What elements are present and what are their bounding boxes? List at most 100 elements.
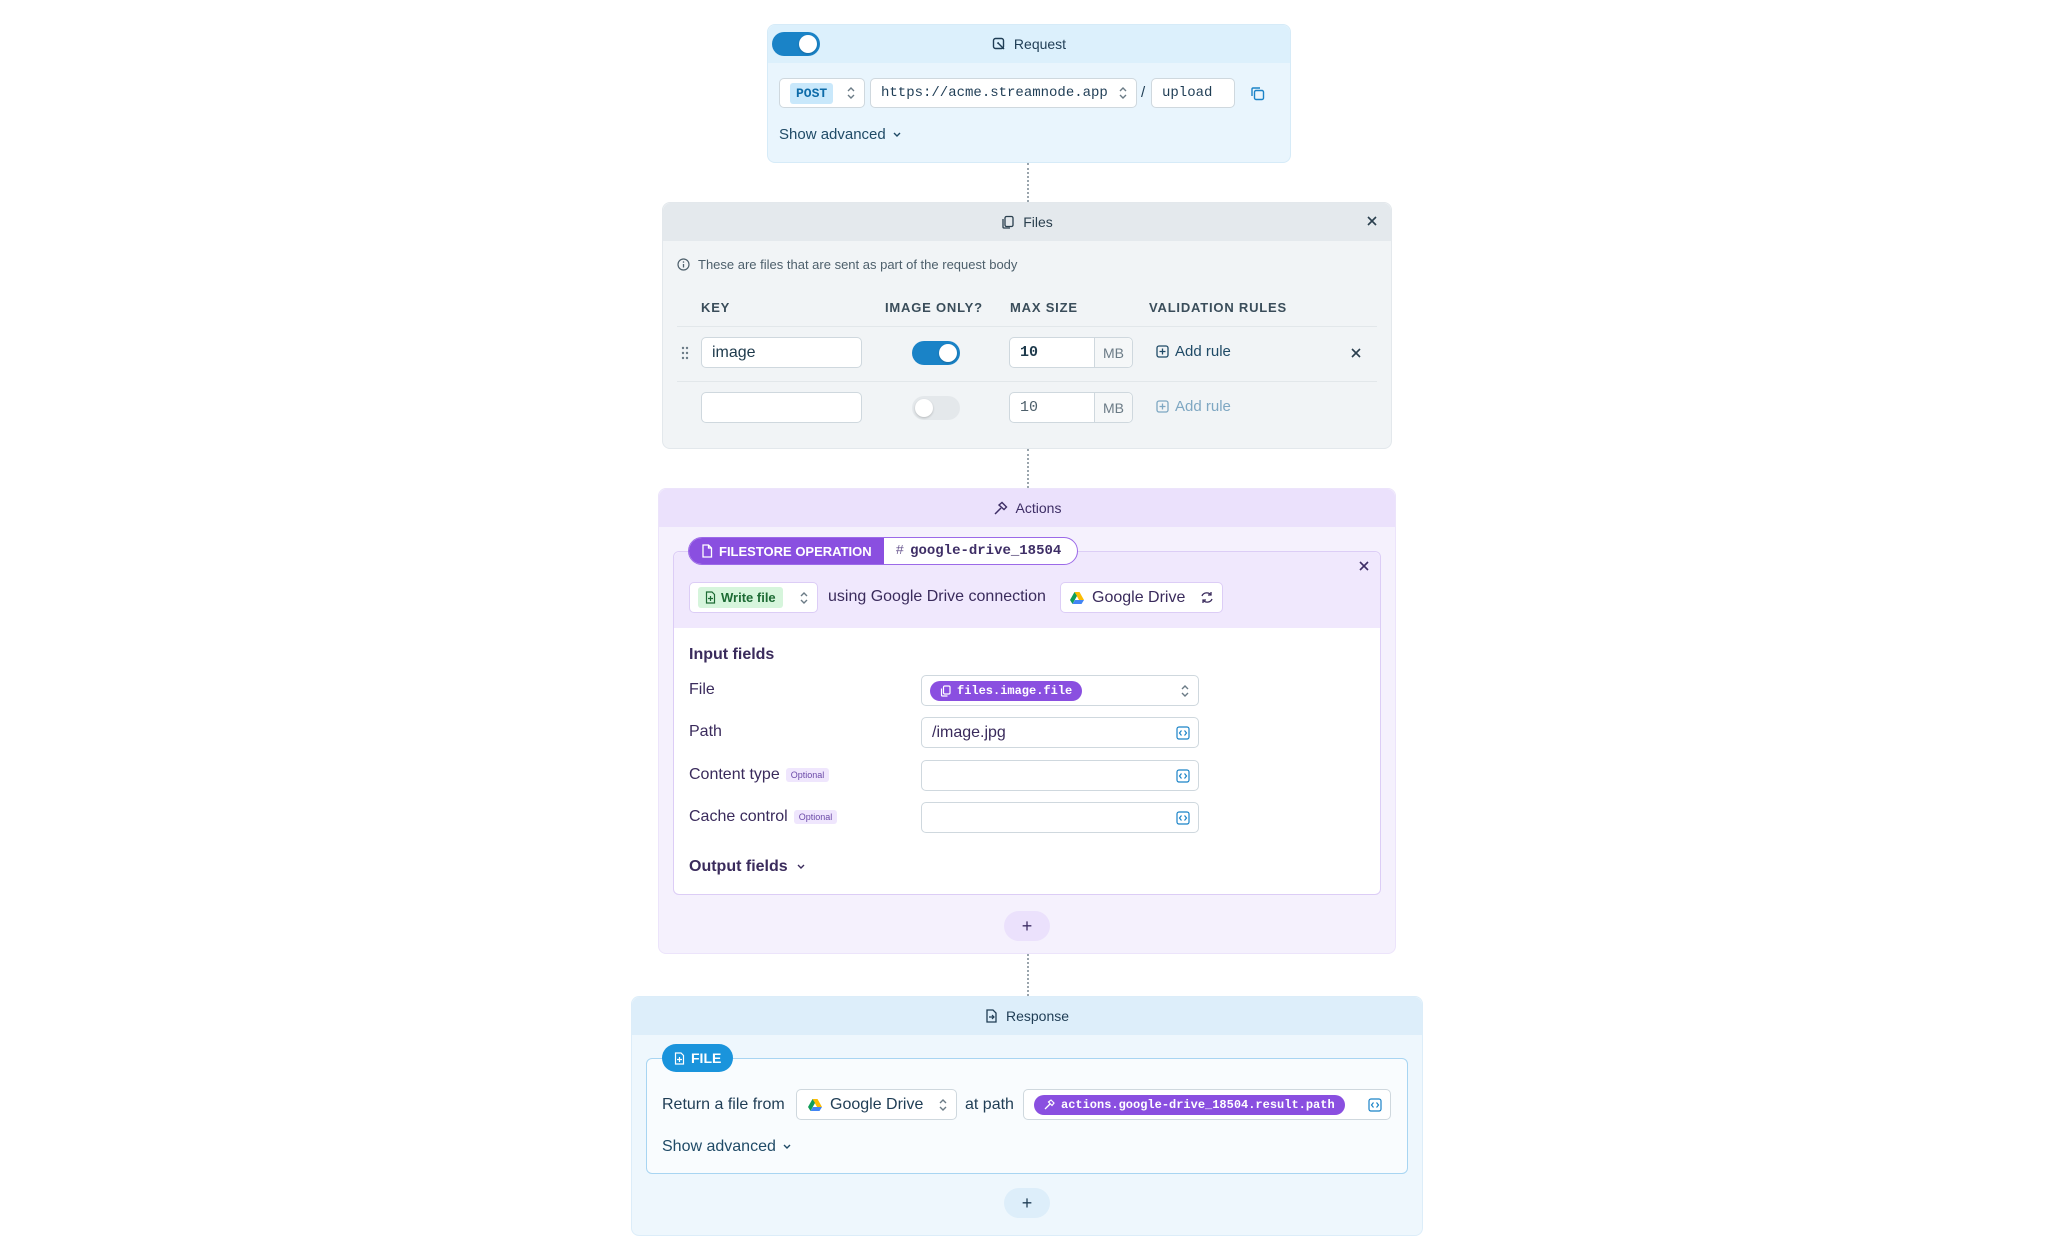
operation-id: # google-drive_18504 [884, 538, 1078, 564]
chevron-updown-icon [1118, 86, 1128, 100]
hash-icon: # [895, 543, 905, 559]
connection-text: using Google Drive connection [828, 588, 1046, 605]
response-source-select[interactable]: Google Drive [796, 1089, 957, 1120]
url-separator: / [1141, 84, 1146, 101]
path-input[interactable]: upload [1151, 78, 1235, 108]
file-plus-icon [705, 591, 716, 604]
response-title: Response [1005, 1008, 1070, 1024]
connector-actions-response [1027, 954, 1029, 996]
add-rule-label: Add rule [1175, 398, 1231, 415]
actions-header: Actions [659, 489, 1395, 527]
files-title: Files [1023, 214, 1053, 230]
files-info-text: These are files that are sent as part of… [698, 257, 1018, 272]
drag-handle-icon[interactable] [681, 346, 689, 360]
file-field-select[interactable]: files.image.file [921, 675, 1199, 706]
path-field-input[interactable]: /image.jpg [921, 717, 1199, 748]
google-drive-icon [807, 1098, 823, 1112]
output-fields-toggle[interactable]: Output fields [689, 858, 806, 876]
row-divider [677, 381, 1377, 382]
request-title: Request [1013, 36, 1067, 52]
add-action-button[interactable]: + [1004, 911, 1050, 941]
code-icon[interactable] [1368, 1097, 1382, 1112]
connector-files-actions [1027, 449, 1029, 488]
add-response-label: + [1021, 1192, 1033, 1213]
hammer-icon [993, 501, 1008, 516]
column-image-only: IMAGE ONLY? [885, 300, 983, 315]
add-rule-button-disabled[interactable]: Add rule [1156, 398, 1231, 415]
code-icon[interactable] [1176, 768, 1190, 783]
response-path-pill: actions.google-drive_18504.result.path [1034, 1094, 1345, 1115]
chevron-down-icon [796, 863, 806, 871]
operation-select[interactable]: Write file [689, 582, 818, 613]
cache-control-input[interactable] [921, 802, 1199, 833]
files-icon [1001, 215, 1015, 229]
action-close-icon[interactable] [1358, 560, 1370, 572]
max-size-unit: MB [1094, 393, 1132, 422]
info-icon [677, 258, 690, 271]
hammer-icon [1044, 1099, 1055, 1110]
operation-type: FILESTORE OPERATION [689, 538, 884, 564]
refresh-icon[interactable] [1200, 591, 1214, 604]
max-size-input[interactable]: 10 MB [1009, 337, 1133, 368]
plus-square-icon [1156, 400, 1169, 413]
files-header: Files [663, 203, 1391, 241]
file-variable-pill: files.image.file [930, 680, 1083, 701]
method-select[interactable]: POST [779, 78, 865, 108]
chevron-down-icon [892, 131, 902, 139]
output-fields-label: Output fields [689, 858, 788, 875]
copy-icon[interactable] [1250, 86, 1265, 101]
files-close-icon[interactable] [1366, 215, 1378, 227]
file-key-input[interactable]: image [701, 337, 862, 368]
base-url-value: https://acme.streamnode.app [881, 85, 1108, 101]
google-drive-icon [1069, 591, 1085, 605]
code-icon[interactable] [1176, 725, 1190, 740]
add-rule-label: Add rule [1175, 343, 1231, 360]
field-label-file: File [689, 681, 715, 698]
return-text: Return a file from [662, 1096, 785, 1113]
field-label-path: Path [689, 723, 722, 740]
code-icon[interactable] [1176, 810, 1190, 825]
response-path-label: actions.google-drive_18504.result.path [1061, 1097, 1335, 1112]
add-response-button[interactable]: + [1004, 1188, 1050, 1218]
add-action-label: + [1021, 915, 1033, 936]
response-show-advanced[interactable]: Show advanced [662, 1138, 792, 1156]
optional-badge: Optional [793, 809, 838, 824]
connector-request-files [1027, 163, 1029, 202]
connection-value: Google Drive [1092, 588, 1186, 606]
base-url-select[interactable]: https://acme.streamnode.app [870, 78, 1137, 108]
row-divider [677, 326, 1377, 327]
image-only-toggle[interactable] [912, 341, 960, 365]
show-advanced-label: Show advanced [662, 1138, 776, 1155]
max-size-unit: MB [1094, 338, 1132, 367]
remove-row-icon[interactable] [1350, 347, 1362, 359]
max-size-input[interactable]: 10 MB [1009, 392, 1133, 423]
operation-id-label: google-drive_18504 [910, 543, 1062, 559]
path-field-value: /image.jpg [932, 723, 1006, 741]
input-fields-title: Input fields [689, 646, 775, 663]
response-type-badge: FILE [662, 1044, 734, 1072]
chevron-updown-icon [846, 86, 856, 100]
request-enabled-toggle[interactable] [772, 32, 820, 56]
file-key-input-empty[interactable] [701, 392, 862, 423]
request-show-advanced[interactable]: Show advanced [779, 126, 902, 143]
content-type-input[interactable] [921, 760, 1199, 791]
image-only-toggle[interactable] [912, 396, 960, 420]
field-label-content-type: Content type Optional [689, 766, 830, 784]
optional-badge: Optional [785, 767, 830, 782]
response-source-value: Google Drive [830, 1095, 924, 1113]
operation-value: Write file [698, 587, 783, 608]
operation-tab[interactable]: FILESTORE OPERATION # google-drive_18504 [688, 537, 1079, 565]
at-path-text: at path [965, 1096, 1014, 1113]
response-path-input[interactable]: actions.google-drive_18504.result.path [1023, 1089, 1391, 1120]
operation-type-label: FILESTORE OPERATION [719, 543, 872, 559]
file-icon [701, 544, 713, 558]
add-rule-button[interactable]: Add rule [1156, 343, 1231, 360]
files-info: These are files that are sent as part of… [677, 257, 1017, 272]
max-size-value: 10 [1020, 399, 1039, 416]
response-header: Response [632, 997, 1422, 1035]
file-variable-label: files.image.file [957, 683, 1073, 698]
file-icon [674, 1051, 685, 1065]
connection-select[interactable]: Google Drive [1060, 582, 1223, 613]
method-value: POST [790, 82, 834, 104]
max-size-value: 10 [1020, 344, 1039, 361]
